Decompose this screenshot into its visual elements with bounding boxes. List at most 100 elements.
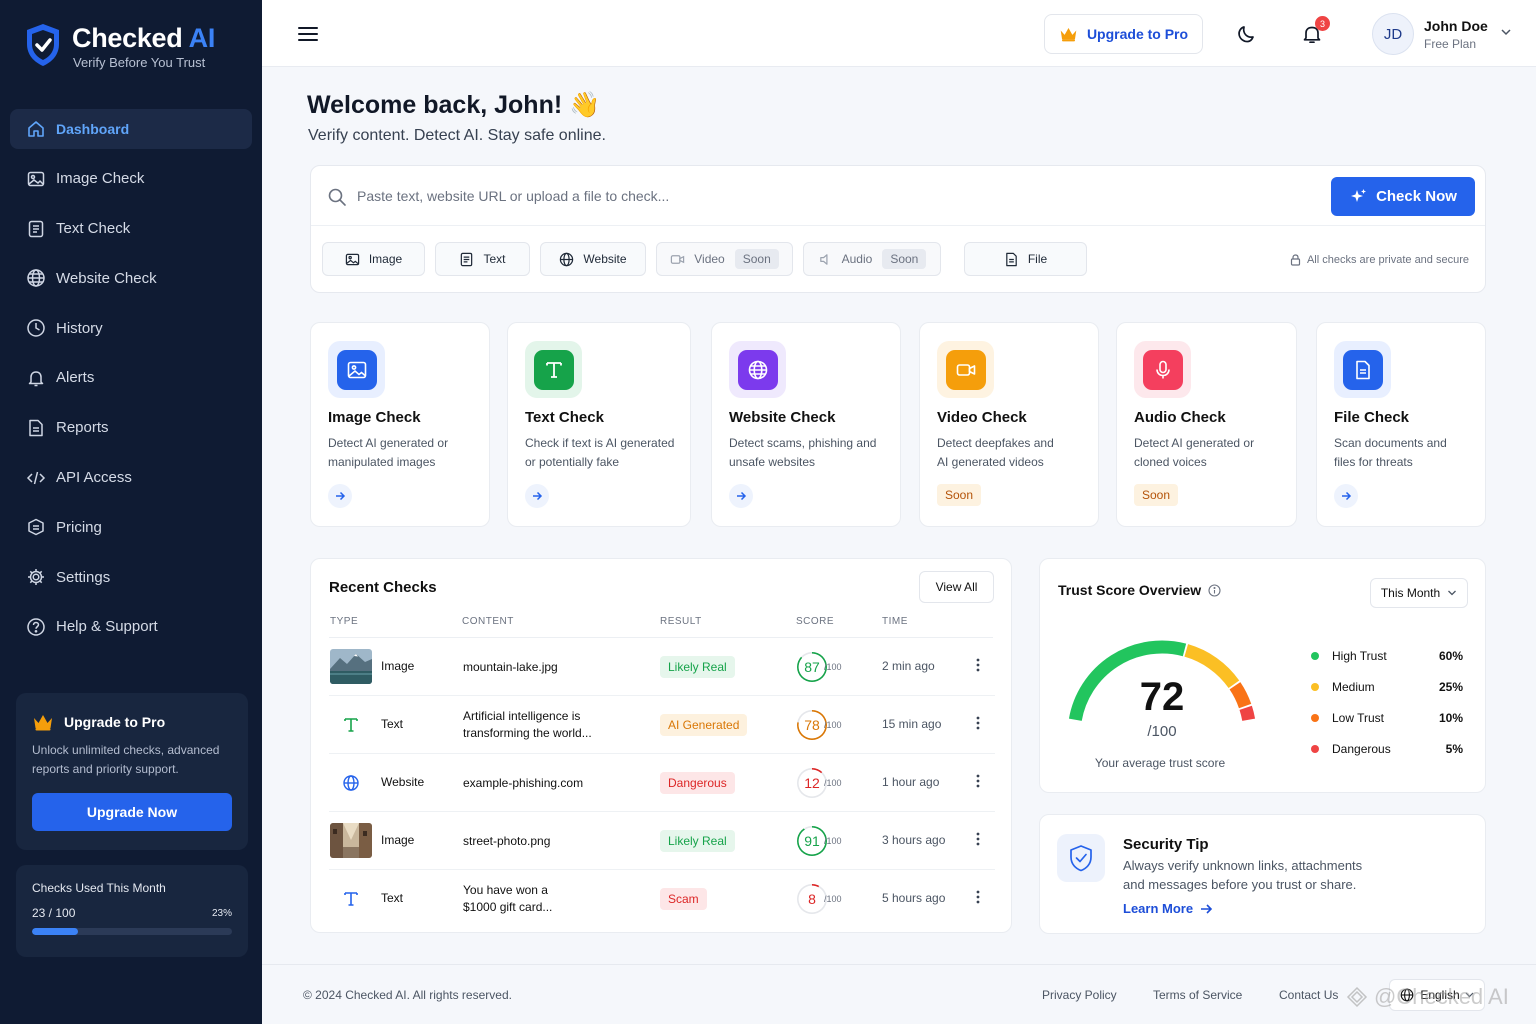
upgrade-to-pro-button[interactable]: Upgrade to Pro: [1044, 14, 1203, 54]
sidebar-item-label: Reports: [56, 419, 109, 437]
result-badge: AI Generated: [660, 714, 748, 736]
score-ring: 12: [797, 768, 827, 798]
arrow-right-icon[interactable]: [1334, 484, 1358, 508]
feature-description: Check if text is AI generated or potenti…: [525, 436, 675, 469]
score-suffix: /100: [824, 894, 842, 904]
promo-title: Upgrade to Pro: [32, 713, 232, 731]
period-select[interactable]: This Month: [1370, 578, 1468, 608]
type-chip-image[interactable]: Image: [322, 242, 425, 276]
feature-card-file-check[interactable]: File Check Scan documents and files for …: [1316, 322, 1486, 527]
user-name[interactable]: John Doe: [1424, 18, 1488, 34]
text-icon: [330, 881, 372, 916]
more-options-icon[interactable]: [976, 715, 980, 731]
brand-logo[interactable]: Checked AI Verify Before You Trust: [24, 22, 215, 70]
globe-icon: [737, 349, 778, 390]
sidebar-item-dashboard[interactable]: Dashboard: [10, 109, 252, 149]
avatar[interactable]: JD: [1372, 13, 1414, 55]
feature-description: Detect deepfakes and AI generated videos: [937, 436, 1054, 469]
row-type: Image: [381, 833, 415, 847]
arrow-right-icon[interactable]: [729, 484, 753, 508]
type-chip-video[interactable]: Video Soon: [656, 242, 793, 276]
sidebar-item-api-access[interactable]: API Access: [10, 458, 252, 498]
trust-score-max: /100: [1147, 723, 1177, 740]
terms-of-service-link[interactable]: Terms of Service: [1153, 988, 1242, 1002]
privacy-policy-link[interactable]: Privacy Policy: [1042, 988, 1117, 1002]
text-icon: [533, 349, 574, 390]
more-options-icon[interactable]: [976, 831, 980, 847]
column-header-result: RESULT: [660, 616, 702, 627]
row-time: 2 min ago: [882, 659, 935, 673]
table-row[interactable]: Website example-phishing.com Dangerous 1…: [329, 754, 995, 812]
sidebar-item-pricing[interactable]: Pricing: [10, 507, 252, 547]
feature-card-video-check[interactable]: Video Check Detect deepfakes and AI gene…: [919, 322, 1099, 527]
sidebar-item-website-check[interactable]: Website Check: [10, 258, 252, 298]
microphone-icon: [1142, 349, 1183, 390]
watermark: @Checked AI: [1346, 984, 1509, 1010]
row-content: You have won a $1000 gift card...: [463, 883, 553, 914]
sidebar-item-label: Alerts: [56, 369, 95, 387]
sidebar-item-alerts[interactable]: Alerts: [10, 358, 252, 398]
trust-score-value: 72: [1139, 675, 1185, 719]
soon-badge: Soon: [937, 484, 982, 506]
score-suffix: /100: [824, 720, 842, 730]
brand-name: Checked AI: [72, 23, 216, 53]
contact-us-link[interactable]: Contact Us: [1279, 988, 1338, 1002]
menu-icon[interactable]: [298, 26, 318, 42]
feature-description: Scan documents and files for threats: [1334, 436, 1447, 469]
sidebar-item-settings[interactable]: Settings: [10, 557, 252, 597]
dark-mode-moon-icon[interactable]: [1237, 24, 1257, 44]
sidebar-item-history[interactable]: History: [10, 308, 252, 348]
view-all-button[interactable]: View All: [919, 571, 994, 603]
arrow-right-icon[interactable]: [525, 484, 549, 508]
sidebar-item-image-check[interactable]: Image Check: [10, 159, 252, 199]
upgrade-now-button[interactable]: Upgrade Now: [32, 793, 232, 831]
crown-icon: [34, 715, 52, 731]
legend-item-dangerous: Dangerous 5%: [1311, 741, 1463, 757]
image-icon: [26, 169, 46, 189]
type-chip-website[interactable]: Website: [540, 242, 646, 276]
row-time: 1 hour ago: [882, 775, 940, 789]
score-ring: 78: [797, 710, 827, 740]
feature-card-website-check[interactable]: Website Check Detect scams, phishing and…: [711, 322, 901, 527]
watermark-logo-icon: [1346, 986, 1368, 1008]
table-row[interactable]: Image street-photo.png Likely Real 91 /1…: [329, 812, 995, 870]
type-chip-text[interactable]: Text: [435, 242, 530, 276]
type-chip-file[interactable]: File: [964, 242, 1087, 276]
feature-card-text-check[interactable]: Text Check Check if text is AI generated…: [507, 322, 691, 527]
sidebar-item-text-check[interactable]: Text Check: [10, 209, 252, 249]
table-row[interactable]: Text Artificial intelligence is transfor…: [329, 696, 995, 754]
recent-checks-panel: Recent Checks View All TYPE CONTENT RESU…: [310, 558, 1012, 933]
more-options-icon[interactable]: [976, 773, 980, 789]
upgrade-promo-card: Upgrade to Pro Unlock unlimited checks, …: [16, 693, 248, 850]
feature-title: Text Check: [525, 409, 604, 426]
page-title: Welcome back, John! 👋: [307, 91, 601, 119]
feature-card-audio-check[interactable]: Audio Check Detect AI generated or clone…: [1116, 322, 1297, 527]
search-input[interactable]: [357, 178, 1317, 214]
check-now-button[interactable]: Check Now: [1331, 177, 1475, 216]
info-icon[interactable]: [1208, 583, 1221, 597]
chevron-down-icon[interactable]: [1500, 28, 1512, 36]
file-icon: [1006, 252, 1017, 266]
more-options-icon[interactable]: [976, 889, 980, 905]
sidebar-item-help-support[interactable]: Help & Support: [10, 607, 252, 647]
bell-icon: [26, 368, 46, 388]
column-header-time: TIME: [882, 616, 908, 627]
row-type: Text: [381, 891, 404, 905]
top-header: Upgrade to Pro 3 JD John Doe Free Plan: [262, 0, 1536, 67]
table-row[interactable]: Image mountain-lake.jpg Likely Real 87 /…: [329, 638, 995, 696]
column-header-type: TYPE: [330, 616, 359, 627]
result-badge: Likely Real: [660, 656, 735, 678]
usage-percent: 23%: [211, 907, 232, 919]
more-options-icon[interactable]: [976, 657, 980, 673]
feature-title: Image Check: [328, 409, 421, 426]
sidebar-item-reports[interactable]: Reports: [10, 408, 252, 448]
arrow-right-icon: [1201, 903, 1213, 914]
shield-logo-icon: [27, 24, 59, 66]
type-chip-audio[interactable]: Audio Soon: [803, 242, 941, 276]
score-ring: 8: [797, 884, 827, 914]
feature-card-image-check[interactable]: Image Check Detect AI generated or manip…: [310, 322, 490, 527]
learn-more-link[interactable]: Learn More: [1123, 901, 1213, 916]
table-row[interactable]: Text You have won a $1000 gift card... S…: [329, 870, 995, 928]
arrow-right-icon[interactable]: [328, 484, 352, 508]
chevron-down-icon: [1448, 590, 1457, 596]
